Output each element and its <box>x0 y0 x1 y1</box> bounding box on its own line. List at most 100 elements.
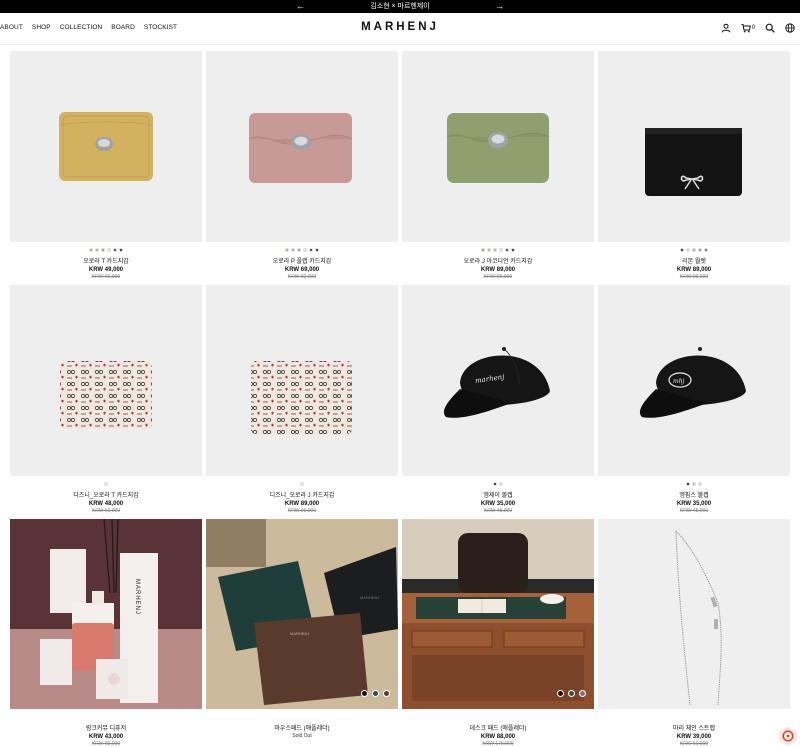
swatch[interactable] <box>493 481 497 486</box>
overlay-swatches <box>357 690 390 697</box>
product-name[interactable]: 오로라 J 아코디언 카드지갑 <box>402 256 594 265</box>
swatch[interactable] <box>285 247 289 252</box>
chat-button-icon[interactable] <box>778 727 798 745</box>
swatch[interactable] <box>113 247 117 252</box>
product-price: KRW 39,000 <box>676 734 712 740</box>
swatch[interactable] <box>692 481 696 486</box>
swatch[interactable] <box>493 247 497 252</box>
swatch[interactable] <box>686 481 690 486</box>
product-name[interactable]: 엠제이 볼캡 <box>402 490 594 499</box>
product-card[interactable]: mhj 엠핍스 볼캡 KRW 35,000 KRW 45,000 <box>598 285 790 519</box>
color-swatches <box>206 246 398 253</box>
product-price: KRW 89,000 <box>676 267 712 273</box>
product-card[interactable]: MARHENJ 링크커뮤 디퓨저 KRW 43,000 KRW 60,000 <box>10 519 202 747</box>
swatch[interactable] <box>499 481 503 486</box>
cart-icon[interactable]: 0 <box>740 22 756 34</box>
swatch[interactable] <box>291 247 295 252</box>
product-price: KRW 35,000 <box>676 501 712 507</box>
swatch[interactable] <box>95 247 99 252</box>
product-image[interactable]: marhenj <box>402 285 594 476</box>
swatch-green[interactable] <box>372 690 379 697</box>
product-name[interactable]: 마리 체인 스트랩 <box>598 723 790 732</box>
announcement-text[interactable]: 김소현 × 마르헨제이 <box>0 1 800 12</box>
user-icon[interactable] <box>720 22 732 34</box>
swatch[interactable] <box>692 247 696 252</box>
swatch-pink[interactable] <box>579 690 586 697</box>
color-swatches <box>402 246 594 253</box>
swatch[interactable] <box>309 247 313 252</box>
swatch[interactable] <box>101 247 105 252</box>
color-swatches <box>598 480 790 487</box>
product-price: KRW 49,000 <box>88 267 124 273</box>
product-image[interactable]: mhj <box>598 285 790 476</box>
swatch[interactable] <box>481 247 485 252</box>
product-name[interactable]: 엠핍스 볼캡 <box>598 490 790 499</box>
swatch[interactable] <box>505 247 509 252</box>
product-card[interactable]: MARHENJ MARHENJ 마우스패드 (애플레더) Sold Out <box>206 519 398 747</box>
product-card[interactable]: 리본 월렛 KRW 89,000 KRW 99,000 <box>598 51 790 285</box>
swatch[interactable] <box>303 247 307 252</box>
product-price: KRW 43,000 <box>88 734 124 740</box>
product-card[interactable]: 디즈니_오로라 T 카드지갑 KRW 48,000 KRW 60,000 <box>10 285 202 519</box>
color-swatches <box>10 480 202 487</box>
product-card[interactable]: marhenj 엠제이 볼캡 KRW 35,000 KRW 45,000 <box>402 285 594 519</box>
swatch-green[interactable] <box>568 690 575 697</box>
swatch[interactable] <box>680 247 684 252</box>
product-grid: 오로라 T 카드지갑 KRW 49,000 KRW 60,000 오로라 P 플… <box>10 51 790 747</box>
swatch-brown[interactable] <box>383 690 390 697</box>
product-image[interactable]: MARHENJ MARHENJ <box>206 519 398 709</box>
next-arrow-icon[interactable]: → <box>495 0 504 12</box>
swatch[interactable] <box>107 247 111 252</box>
original-price: KRW 60,000 <box>91 508 121 514</box>
swatch[interactable] <box>300 481 304 486</box>
product-name[interactable]: 디즈니_오로라 T 카드지갑 <box>10 490 202 499</box>
swatch[interactable] <box>119 247 123 252</box>
product-name[interactable]: 오로라 T 카드지갑 <box>10 256 202 265</box>
product-name[interactable]: 마우스패드 (애플레더) <box>206 723 398 732</box>
swatch[interactable] <box>315 247 319 252</box>
product-price: KRW 48,000 <box>88 501 124 507</box>
product-card[interactable]: 오로라 J 아코디언 카드지갑 KRW 89,000 KRW 99,000 <box>402 51 594 285</box>
product-image[interactable]: MARHENJ <box>10 519 202 709</box>
product-image[interactable] <box>402 519 594 709</box>
product-name[interactable]: 데스크 패드 (애플레더) <box>402 723 594 732</box>
product-name[interactable]: 오로라 P 플랩 카드지갑 <box>206 256 398 265</box>
swatch[interactable] <box>297 247 301 252</box>
product-image[interactable] <box>10 285 202 476</box>
swatch[interactable] <box>698 247 702 252</box>
product-image[interactable] <box>598 51 790 242</box>
swatch[interactable] <box>686 247 690 252</box>
swatch[interactable] <box>698 481 702 486</box>
color-swatches <box>402 480 594 487</box>
swatch-black[interactable] <box>557 690 564 697</box>
product-card[interactable]: 오로라 T 카드지갑 KRW 49,000 KRW 60,000 <box>10 51 202 285</box>
swatch[interactable] <box>104 481 108 486</box>
product-name[interactable]: 링크커뮤 디퓨저 <box>10 723 202 732</box>
product-card[interactable]: 오로라 P 플랩 카드지갑 KRW 69,000 KRW 82,000 <box>206 51 398 285</box>
swatch-black[interactable] <box>361 690 368 697</box>
product-name[interactable]: 디즈니_오로라 J 카드지갑 <box>206 490 398 499</box>
search-icon[interactable] <box>764 22 776 34</box>
product-name[interactable]: 리본 월렛 <box>598 256 790 265</box>
product-image[interactable] <box>206 51 398 242</box>
product-image[interactable] <box>598 519 790 709</box>
original-price: KRW 45,000 <box>483 508 513 514</box>
swatch[interactable] <box>499 247 503 252</box>
product-image[interactable] <box>206 285 398 476</box>
original-price: KRW 45,000 <box>679 508 709 514</box>
product-card[interactable]: 마리 체인 스트랩 KRW 39,000 KRW 50,000 <box>598 519 790 747</box>
swatch[interactable] <box>704 247 708 252</box>
brand-logo[interactable]: MARHENJ <box>0 21 800 33</box>
product-card[interactable]: 데스크 패드 (애플레더) KRW 88,000 KRW 176,000 <box>402 519 594 747</box>
product-image[interactable] <box>402 51 594 242</box>
site-header: ABOUT SHOP COLLECTION BOARD STOCKIST MAR… <box>0 13 800 45</box>
overlay-swatches <box>553 690 586 697</box>
swatch[interactable] <box>511 247 515 252</box>
cart-count: 0 <box>751 25 756 31</box>
swatch[interactable] <box>487 247 491 252</box>
product-image[interactable] <box>10 51 202 242</box>
product-card[interactable]: 디즈니_오로라 J 카드지갑 KRW 89,000 KRW 99,000 <box>206 285 398 519</box>
color-swatches <box>402 713 594 720</box>
swatch[interactable] <box>89 247 93 252</box>
globe-icon[interactable] <box>784 22 796 34</box>
